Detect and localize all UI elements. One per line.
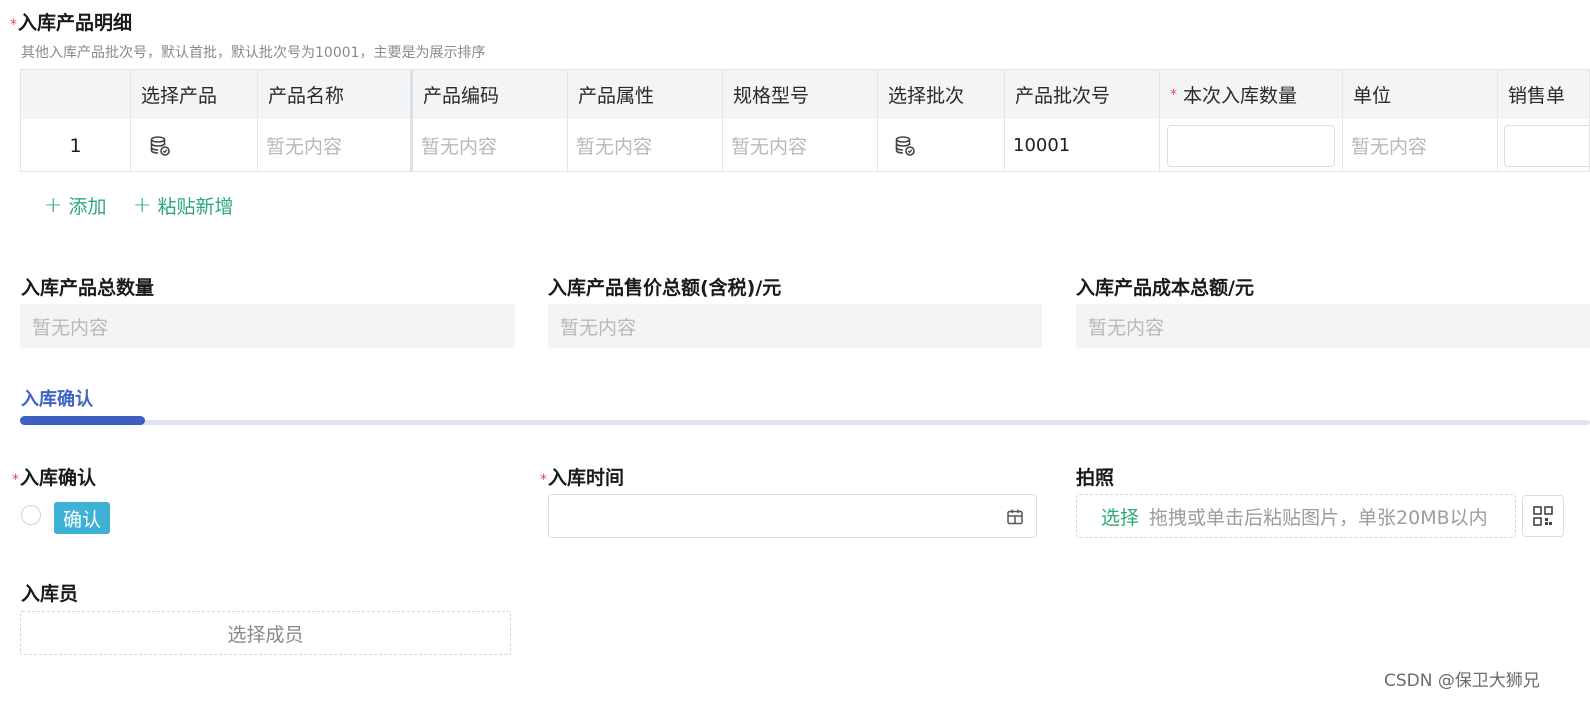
unit-cell: 暂无内容 [1343,119,1498,171]
spec-cell: 暂无内容 [723,119,878,171]
add-label: 添加 [68,196,107,218]
col-product-attr-header: 产品属性 [568,70,723,119]
total-cost-field: 暂无内容 [1076,304,1590,348]
col-spec-header: 规格型号 [723,70,878,119]
required-mark: * [1170,86,1177,103]
add-button[interactable]: + 添加 [44,192,106,219]
section-header: *入库产品明细 [10,8,132,35]
product-name-value: 暂无内容 [266,136,343,158]
time-field-label: *入库时间 [540,463,624,490]
product-table: 选择产品 产品名称 产品编码 产品属性 规格型号 选择批次 产品批次号 * 本次入… [20,69,1590,172]
col-product-name-header: 产品名称 [258,70,413,119]
col-quantity-header: * 本次入库数量 [1160,70,1343,119]
col-index-header [21,70,131,119]
product-name-cell: 暂无内容 [258,119,413,171]
col-select-product-header: 选择产品 [131,70,258,119]
total-cost-value: 暂无内容 [1088,316,1165,339]
batch-no-cell: 10001 [1005,119,1160,171]
required-mark: * [10,17,17,33]
col-select-batch-header: 选择批次 [878,70,1005,119]
confirm-tag[interactable]: 确认 [54,502,111,534]
section-hint: 其他入库产品批次号，默认首批，默认批次号为10001，主要是为展示排序 [21,45,486,61]
confirm-radio[interactable] [21,505,41,525]
paste-add-label: 粘贴新增 [157,196,234,218]
table-header-row: 选择产品 产品名称 产品编码 产品属性 规格型号 选择批次 产品批次号 * 本次入… [21,70,1589,120]
total-quantity-field: 暂无内容 [20,304,515,348]
quantity-cell [1160,119,1343,171]
photo-select-link[interactable]: 选择 [1101,503,1139,530]
required-mark: * [540,472,547,488]
paste-add-button[interactable]: + 粘贴新增 [133,192,233,219]
product-code-cell: 暂无内容 [413,119,568,171]
confirm-field-label: *入库确认 [12,463,96,490]
total-sale-label: 入库产品售价总额(含税)/元 [548,277,782,299]
table-row: 1 暂无内容 暂无内容 暂无内容 暂无内容 10001 暂无内容 [21,119,1589,171]
total-cost-label: 入库产品成本总额/元 [1076,277,1254,299]
photo-label: 拍照 [1076,467,1115,489]
sale-unit-cell [1498,119,1589,171]
product-code-value: 暂无内容 [421,136,498,158]
total-sale-value: 暂无内容 [560,316,637,339]
col-sale-unit-header: 销售单 [1508,85,1566,107]
operator-label: 入库员 [21,583,79,605]
quantity-input[interactable] [1167,124,1335,167]
col-quantity-label: 本次入库数量 [1183,85,1298,107]
col-batch-no-header: 产品批次号 [1005,70,1160,119]
col-product-code-header: 产品编码 [413,70,568,119]
time-label: 入库时间 [548,467,625,489]
col-unit-header: 单位 [1343,70,1498,119]
tab-confirm[interactable]: 入库确认 [21,385,93,411]
qrcode-button[interactable] [1522,495,1564,537]
spec-value: 暂无内容 [731,136,808,158]
select-batch-button[interactable] [878,119,1005,171]
time-input[interactable] [548,494,1037,538]
total-sale-field: 暂无内容 [548,304,1042,348]
section-title: 入库产品明细 [18,12,133,34]
calendar-icon [1007,509,1023,525]
total-quantity-label: 入库产品总数量 [21,277,155,299]
product-attr-value: 暂无内容 [576,136,653,158]
plus-icon: + [44,192,63,218]
unit-value: 暂无内容 [1351,136,1428,158]
plus-icon: + [133,192,152,218]
tab-active-indicator [20,416,145,425]
database-icon [895,135,915,156]
total-quantity-value: 暂无内容 [32,316,109,339]
confirm-label: 入库确认 [20,467,97,489]
qrcode-icon [1533,506,1553,526]
photo-upload-area[interactable]: 选择 拖拽或单击后粘贴图片，单张20MB以内 [1076,494,1516,538]
select-product-button[interactable] [131,119,258,171]
photo-upload-hint: 拖拽或单击后粘贴图片，单张20MB以内 [1149,506,1488,529]
select-member-button[interactable]: 选择成员 [20,611,511,655]
watermark: CSDN @保卫大狮兄 [1384,671,1540,691]
tab-track [20,420,1590,425]
database-icon [150,135,170,156]
row-index: 1 [21,119,131,171]
sale-unit-input[interactable] [1504,124,1589,167]
product-attr-cell: 暂无内容 [568,119,723,171]
required-mark: * [12,472,19,488]
